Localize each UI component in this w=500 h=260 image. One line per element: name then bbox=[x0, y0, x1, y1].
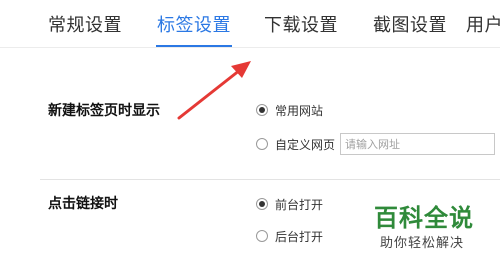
radio-background-open[interactable] bbox=[256, 230, 268, 242]
new-tab-section-title: 新建标签页时显示 bbox=[48, 103, 160, 119]
radio-common-sites[interactable] bbox=[256, 104, 268, 116]
radio-option-foreground-open[interactable]: 前台打开 bbox=[256, 194, 323, 214]
link-click-section-title: 点击链接时 bbox=[48, 196, 118, 212]
watermark-title: 百科全说 bbox=[374, 204, 474, 232]
radio-foreground-open[interactable] bbox=[256, 198, 268, 210]
radio-option-common-sites[interactable]: 常用网站 bbox=[256, 100, 323, 120]
radio-option-background-open[interactable]: 后台打开 bbox=[256, 226, 323, 246]
radio-label-common-sites: 常用网站 bbox=[275, 103, 324, 118]
radio-custom-page[interactable] bbox=[256, 138, 268, 150]
watermark-subtitle: 助你轻松解决 bbox=[380, 236, 465, 251]
radio-label-foreground-open: 前台打开 bbox=[275, 197, 324, 212]
section-divider bbox=[40, 179, 500, 180]
radio-label-custom-page: 自定义网页 bbox=[275, 137, 336, 152]
radio-label-background-open: 后台打开 bbox=[275, 229, 324, 244]
custom-url-input[interactable] bbox=[340, 133, 495, 155]
radio-option-custom-page[interactable]: 自定义网页 bbox=[256, 134, 335, 154]
watermark: 百科全说 助你轻松解决 bbox=[372, 198, 490, 254]
